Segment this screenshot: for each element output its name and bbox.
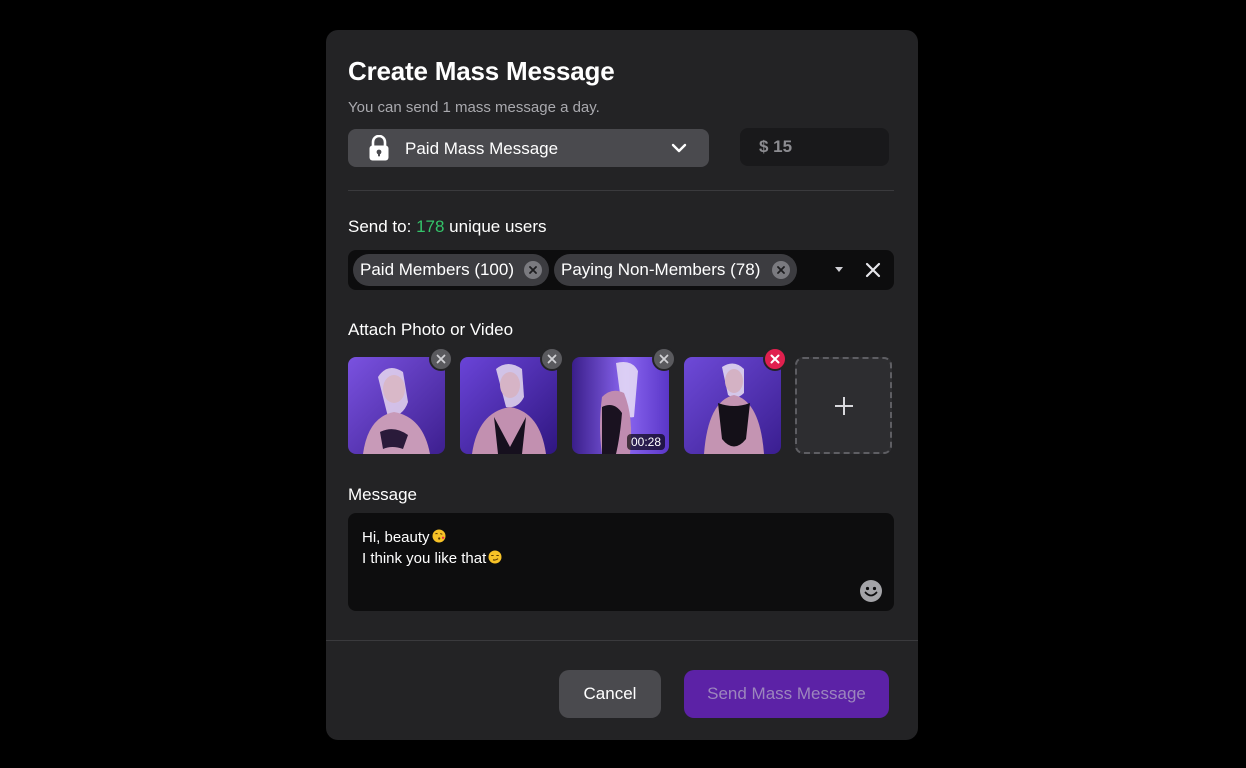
photo-thumbnail-image	[348, 357, 445, 454]
emoji-picker-icon[interactable]	[860, 580, 882, 602]
photo-thumbnail-image	[460, 357, 557, 454]
cancel-button[interactable]: Cancel	[559, 670, 661, 718]
recipient-chip-label: Paying Non-Members (78)	[561, 260, 761, 279]
modal-subtitle: You can send 1 mass message a day.	[348, 99, 600, 116]
photo-thumbnail-image	[684, 357, 781, 454]
remove-media-button[interactable]	[763, 347, 787, 371]
section-divider	[348, 190, 894, 191]
message-textarea[interactable]: Hi, beauty I think you like that	[348, 513, 894, 611]
modal-title: Create Mass Message	[348, 56, 615, 86]
recipient-chip-label: Paid Members (100)	[360, 260, 515, 279]
close-icon	[436, 354, 446, 364]
plus-icon	[835, 397, 853, 415]
chip-remove-icon[interactable]	[524, 261, 542, 279]
kiss-emoji-icon	[432, 529, 446, 543]
close-icon	[770, 354, 780, 364]
add-media-button[interactable]	[795, 357, 892, 454]
recipient-selector[interactable]: Paid Members (100) Paying Non-Members (7…	[348, 250, 894, 290]
recipient-chip-paying-non-members: Paying Non-Members (78)	[554, 254, 797, 286]
message-line: I think you like that	[362, 548, 880, 569]
unique-users-count: 178	[416, 217, 445, 236]
clear-all-icon[interactable]	[864, 261, 882, 279]
close-icon	[547, 354, 557, 364]
lock-icon	[369, 135, 389, 161]
chip-remove-icon[interactable]	[772, 261, 790, 279]
media-thumbnail-video[interactable]: 00:28	[572, 357, 669, 454]
remove-media-button[interactable]	[540, 347, 564, 371]
media-thumbnail[interactable]	[348, 357, 445, 454]
message-type-label: Paid Mass Message	[405, 139, 559, 158]
create-mass-message-modal: Create Mass Message You can send 1 mass …	[326, 30, 918, 740]
close-icon	[659, 354, 669, 364]
send-to-suffix: unique users	[449, 217, 547, 236]
message-text: I think you like that	[362, 550, 487, 567]
message-type-select[interactable]: Paid Mass Message	[348, 129, 709, 167]
send-mass-message-button[interactable]: Send Mass Message	[684, 670, 889, 718]
message-label: Message	[348, 485, 417, 504]
media-thumbnail[interactable]	[684, 357, 781, 454]
footer-divider	[326, 640, 918, 641]
message-text: Hi, beauty	[362, 529, 430, 546]
smirk-emoji-icon	[488, 550, 502, 564]
send-to-prefix: Send to:	[348, 217, 412, 236]
price-input[interactable]	[740, 128, 889, 166]
video-duration: 00:28	[626, 434, 665, 450]
message-line: Hi, beauty	[362, 527, 880, 548]
attach-label: Attach Photo or Video	[348, 320, 514, 339]
chevron-down-icon	[671, 143, 687, 153]
caret-down-icon[interactable]	[835, 267, 843, 272]
media-thumbnail[interactable]	[460, 357, 557, 454]
send-to-summary: Send to: 178 unique users	[348, 217, 547, 237]
recipient-chip-paid-members: Paid Members (100)	[353, 254, 549, 286]
remove-media-button[interactable]	[429, 347, 453, 371]
remove-media-button[interactable]	[652, 347, 676, 371]
